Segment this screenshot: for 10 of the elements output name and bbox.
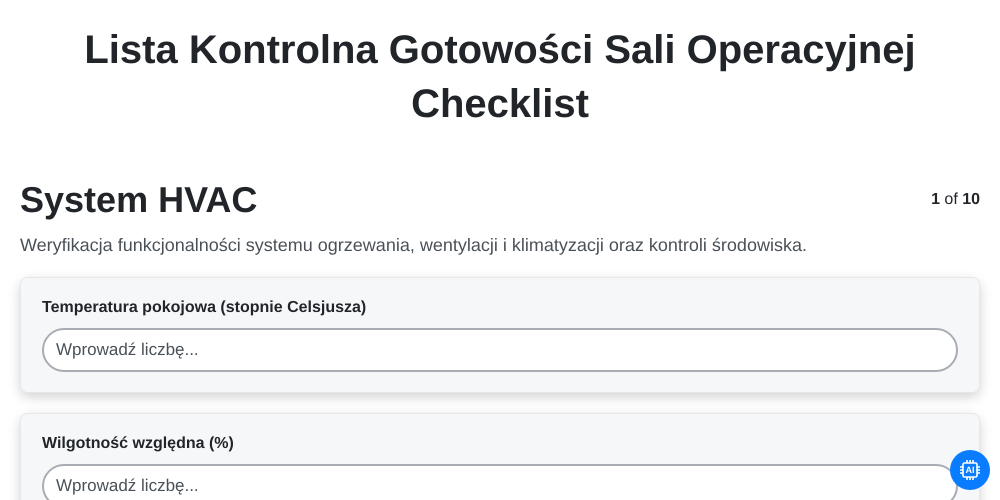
page-title: Lista Kontrolna Gotowości Sali Operacyjnej Checklist [83, 27, 917, 128]
ai-label: AI [966, 466, 974, 474]
number-input[interactable]: Wprowadź liczbę... [42, 328, 958, 372]
chip-icon [959, 459, 981, 481]
section-description: Weryfikacja funkcjonalności systemu ogrzewania, wentylacji i klimatyzacji oraz kontroli środowiska. [20, 234, 808, 257]
number-input[interactable]: Wprowadź liczbę... [42, 464, 958, 500]
field-label: Wilgotność względna (%) [42, 434, 235, 454]
section-heading: System HVAC [20, 178, 258, 222]
field-label: Temperatura pokojowa (stopnie Celsjusza) [42, 298, 368, 318]
step-counter: 1 of 10 [931, 190, 980, 210]
